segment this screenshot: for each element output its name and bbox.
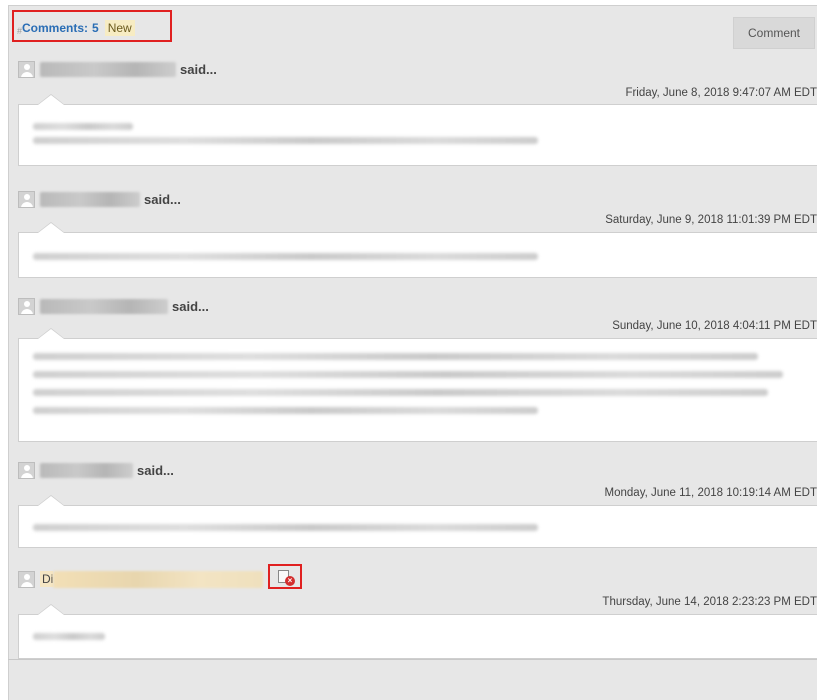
author-name-redacted[interactable] [40, 191, 140, 207]
redacted-text [33, 123, 133, 130]
user-avatar-icon [18, 190, 35, 208]
bubble-pointer [37, 604, 65, 615]
said-label: said... [137, 462, 174, 478]
redacted-text [33, 371, 783, 378]
redacted-text [33, 353, 758, 360]
comment-author: said... [18, 188, 181, 210]
redacted-text [33, 524, 538, 531]
user-avatar-icon [18, 297, 35, 315]
redacted-text [33, 633, 105, 640]
delete-comment-icon: × [285, 576, 295, 586]
user-avatar-icon [18, 570, 35, 588]
redacted-text [33, 407, 538, 414]
comment-timestamp: Thursday, June 14, 2018 2:23:23 PM EDT [602, 596, 817, 608]
redacted-text [33, 253, 538, 260]
redacted-text [33, 137, 538, 144]
author-name-redacted[interactable] [40, 298, 168, 314]
new-badge: New [104, 20, 135, 36]
comment-body [18, 604, 817, 659]
comment-timestamp: Sunday, June 10, 2018 4:04:11 PM EDT [612, 320, 817, 332]
said-label: said... [144, 191, 181, 207]
comment-body [18, 495, 817, 548]
bubble-pointer [37, 495, 65, 506]
comments-title: Comments: [22, 21, 89, 35]
comments-count: 5 [92, 21, 99, 35]
comment-timestamp: Monday, June 11, 2018 10:19:14 AM EDT [604, 487, 817, 499]
bubble-pointer [37, 328, 65, 339]
panel-divider [8, 659, 817, 660]
comment-body [18, 328, 817, 442]
author-name-redacted[interactable] [40, 61, 176, 77]
author-name-redacted[interactable] [40, 462, 133, 478]
comment-author: said... [18, 295, 209, 317]
comment-button[interactable]: Comment [733, 17, 815, 49]
comment-author: Di [18, 568, 264, 590]
delete-comment-button[interactable]: × [268, 564, 302, 589]
comment-body [18, 222, 817, 278]
said-label: said... [172, 298, 209, 314]
comment-timestamp: Saturday, June 9, 2018 11:01:39 PM EDT [605, 214, 817, 226]
comment-timestamp: Friday, June 8, 2018 9:47:07 AM EDT [625, 87, 817, 99]
said-label: said... [180, 61, 217, 77]
user-avatar-icon [18, 60, 35, 78]
redacted-text [33, 389, 768, 396]
bubble-pointer [37, 94, 65, 105]
author-name-prefix: Di [40, 571, 54, 587]
comment-author: said... [18, 58, 217, 80]
user-avatar-icon [18, 461, 35, 479]
comment-body [18, 94, 817, 166]
author-name-redacted[interactable] [53, 570, 264, 588]
comment-author: said... [18, 459, 174, 481]
comments-header: Comments: 5 New [22, 20, 135, 36]
bubble-pointer [37, 222, 65, 233]
